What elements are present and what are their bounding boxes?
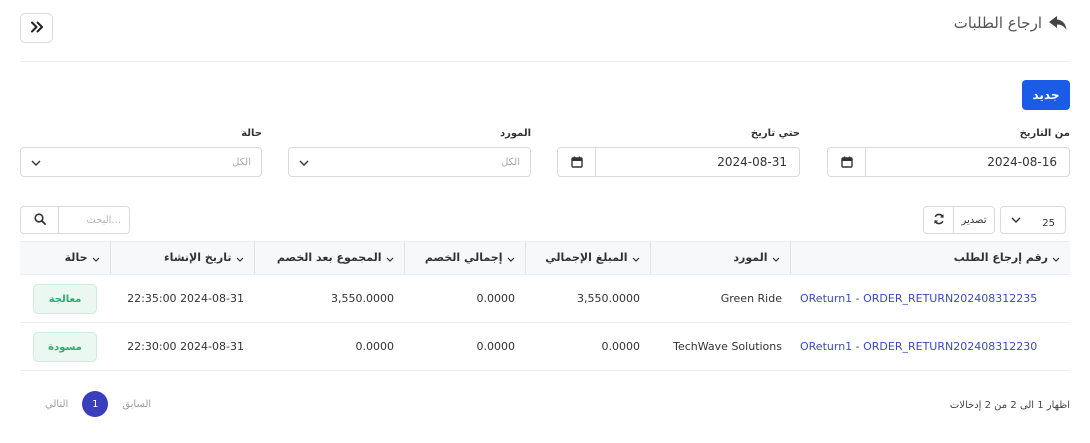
from-date-label: من التاريخ (1019, 128, 1070, 139)
pagination-next[interactable]: التالي (45, 399, 68, 410)
column-header-label: المبلغ الإجمالي (545, 251, 628, 265)
column-header-label: المورد (733, 251, 768, 265)
return-code-link[interactable]: OReturn1 - ORDER_RETURN202408312230 (790, 322, 1070, 371)
column-header-label: إجمالي الخصم (424, 251, 503, 265)
pagination-prev[interactable]: السابق (122, 399, 151, 410)
collapse-sidebar-button[interactable] (20, 13, 53, 43)
column-header-label: حالة (64, 251, 88, 265)
created-cell: 2024-08-31 22:30:00 (110, 322, 254, 371)
export-button[interactable]: تصدير (954, 207, 994, 233)
status-badge: معالجة (33, 283, 97, 314)
vendor-select[interactable]: الكل (288, 147, 531, 177)
net-cell: 3,550.0000 (254, 274, 404, 323)
status-cell: معالجة (20, 274, 110, 323)
chevron-down-icon (386, 252, 394, 265)
refresh-button[interactable] (924, 207, 954, 233)
column-header-code[interactable]: رقم إرجاع الطلب (789, 241, 1070, 275)
to-date-value: 2024-08-31 (717, 155, 787, 169)
filter-to-date: حتي تاريخ 2024-08-31 (557, 127, 800, 177)
search-box (20, 206, 130, 234)
chevron-down-icon (236, 252, 244, 265)
net-cell: 0.0000 (254, 322, 404, 371)
new-button[interactable]: جديد (1022, 80, 1070, 110)
vendor-cell: TechWave Solutions (650, 322, 790, 371)
filter-vendor: المورد الكل (288, 127, 531, 177)
chevron-down-icon (31, 156, 41, 169)
table-header-row: رقم إرجاع الطلب المورد المبلغ الإجمالي إ… (20, 241, 1070, 275)
refresh-icon (933, 213, 945, 228)
discount-cell: 0.0000 (404, 274, 525, 323)
total-cell: 0.0000 (525, 322, 650, 371)
column-header-created[interactable]: تاريخ الإنشاء (109, 241, 254, 275)
page-header: ارجاع الطلبات (0, 0, 1090, 60)
created-cell: 2024-08-31 22:35:00 (110, 274, 254, 323)
chevron-down-icon (1011, 215, 1021, 226)
search-button[interactable] (21, 207, 59, 233)
vendor-select-value: الكل (501, 156, 520, 168)
column-header-total[interactable]: المبلغ الإجمالي (524, 241, 650, 275)
return-code-link[interactable]: OReturn1 - ORDER_RETURN202408312235 (790, 274, 1070, 323)
chevron-down-icon (299, 156, 309, 169)
discount-cell: 0.0000 (404, 322, 525, 371)
table-row: OReturn1 - ORDER_RETURN202408312230 Tech… (20, 322, 1070, 371)
status-label: حالة (241, 128, 262, 139)
to-date-input[interactable]: 2024-08-31 (557, 147, 800, 177)
page-title-text: ارجاع الطلبات (953, 14, 1042, 32)
chevron-down-icon (632, 252, 640, 265)
from-date-value: 2024-08-16 (987, 155, 1057, 169)
table-info: اظهار 1 الى 2 من 2 إدخالات (949, 400, 1070, 411)
column-header-status[interactable]: حالة (20, 241, 110, 275)
vendor-cell: Green Ride (650, 274, 790, 323)
export-group: تصدير (923, 206, 995, 234)
filter-from-date: من التاريخ 2024-08-16 (827, 127, 1070, 177)
page-size-value: 25 (1042, 217, 1055, 229)
order-returns-table: رقم إرجاع الطلب المورد المبلغ الإجمالي إ… (20, 241, 1070, 371)
column-header-label: تاريخ الإنشاء (163, 251, 232, 265)
calendar-icon[interactable] (558, 148, 596, 176)
chevron-down-icon (507, 252, 515, 265)
total-cell: 3,550.0000 (525, 274, 650, 323)
to-date-label: حتي تاريخ (750, 128, 800, 139)
status-cell: مسودة (20, 322, 110, 371)
header-divider (20, 61, 1070, 62)
table-row: OReturn1 - ORDER_RETURN202408312235 Gree… (20, 274, 1070, 323)
search-icon (33, 212, 46, 228)
calendar-icon[interactable] (828, 148, 866, 176)
column-header-vendor[interactable]: المورد (649, 241, 790, 275)
page-title: ارجاع الطلبات (954, 14, 1068, 32)
status-select[interactable]: الكل (20, 147, 262, 177)
double-chevron-right-icon (30, 21, 44, 36)
column-header-net[interactable]: المجموع بعد الخصم (253, 241, 404, 275)
status-select-value: الكل (232, 156, 251, 168)
search-input[interactable] (59, 207, 129, 233)
vendor-label: المورد (499, 128, 531, 139)
chevron-down-icon (772, 252, 780, 265)
chevron-down-icon (92, 252, 100, 265)
pagination-page-1[interactable]: 1 (82, 391, 109, 417)
column-header-label: المجموع بعد الخصم (276, 251, 382, 265)
page-size-select[interactable]: 25 (1000, 206, 1066, 234)
column-header-label: رقم إرجاع الطلب (953, 251, 1048, 265)
chevron-down-icon (1052, 252, 1060, 265)
filter-status: حالة الكل (20, 127, 262, 177)
pagination: التالي 1 السابق (45, 391, 151, 417)
column-header-discount[interactable]: إجمالي الخصم (403, 241, 525, 275)
from-date-input[interactable]: 2024-08-16 (827, 147, 1070, 177)
status-badge: مسودة (33, 331, 97, 362)
table-toolbar: تصدير 25 (923, 206, 1066, 234)
reply-icon[interactable] (1048, 15, 1068, 31)
